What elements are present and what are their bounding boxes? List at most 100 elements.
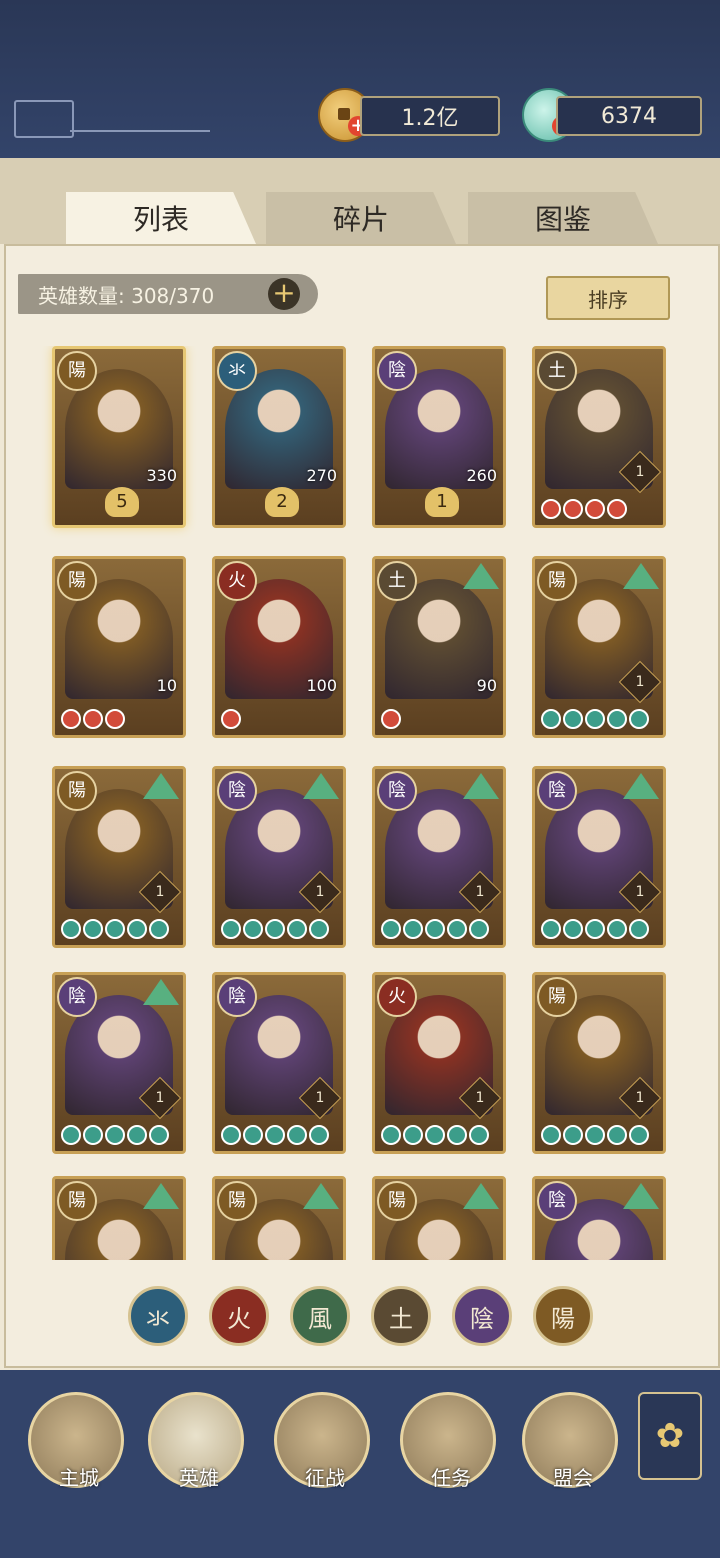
pip-icon <box>447 1125 467 1145</box>
expand-hero-capacity-button[interactable]: + <box>268 278 300 310</box>
hero-card[interactable]: 陽 10 <box>52 556 186 738</box>
element-badge-icon: 陽 <box>377 1181 417 1221</box>
awakening-pips <box>541 919 649 939</box>
hero-card[interactable]: 陰1 <box>212 972 346 1154</box>
pip-icon <box>243 1125 263 1145</box>
pip-icon <box>585 709 605 729</box>
level-value: 1 <box>635 674 645 690</box>
pip-icon <box>127 919 147 939</box>
tab-fragments[interactable]: 碎片 <box>266 192 456 244</box>
pip-icon <box>541 919 561 939</box>
nav-campaign[interactable]: 征战 <box>274 1392 370 1490</box>
pip-icon <box>425 919 445 939</box>
coin-amount: 1.2亿 <box>401 106 459 131</box>
pip-icon <box>221 1125 241 1145</box>
element-filter-button[interactable]: 陰 <box>452 1286 512 1346</box>
hero-card[interactable]: 陰1 <box>532 766 666 948</box>
hero-card[interactable]: 陰1 <box>212 766 346 948</box>
element-filter-button[interactable]: 土 <box>371 1286 431 1346</box>
tab-codex[interactable]: 图鉴 <box>468 192 658 244</box>
pip-icon <box>309 919 329 939</box>
coin-counter[interactable]: 1.2亿 <box>360 96 500 136</box>
hero-level-number: 330 <box>146 466 177 485</box>
sort-button[interactable]: 排序 <box>546 276 670 320</box>
pip-icon <box>629 1125 649 1145</box>
element-badge-icon: 土 <box>537 351 577 391</box>
hero-level-number: 90 <box>476 676 497 695</box>
nav-guild[interactable]: 盟会 <box>522 1392 618 1490</box>
element-filter-button[interactable]: 風 <box>290 1286 350 1346</box>
pip-icon <box>629 709 649 729</box>
star-rank-badge: 2 <box>265 487 299 517</box>
tab-label: 碎片 <box>332 203 389 236</box>
hero-card[interactable]: 陽1 <box>532 972 666 1154</box>
star-rank-badge: 5 <box>105 487 139 517</box>
hero-card[interactable]: 陰 260 1 <box>372 346 506 528</box>
hero-card[interactable]: 火 100 <box>212 556 346 738</box>
pip-icon <box>83 919 103 939</box>
hero-level-number: 100 <box>306 676 337 695</box>
hero-card[interactable]: 火1 <box>372 972 506 1154</box>
hero-level-number: 270 <box>306 466 337 485</box>
pip-icon <box>287 919 307 939</box>
hero-card[interactable]: 陽 <box>52 1176 186 1260</box>
element-filter-button[interactable]: 氺 <box>128 1286 188 1346</box>
element-badge-icon: 陽 <box>57 1181 97 1221</box>
awakening-pips <box>381 1125 489 1145</box>
level-value: 1 <box>315 1090 325 1106</box>
hero-card[interactable]: 陰1 <box>372 766 506 948</box>
level-value: 1 <box>475 1090 485 1106</box>
upgrade-arrow-icon <box>143 979 179 1005</box>
hero-card[interactable]: 陽1 <box>532 556 666 738</box>
tab-label: 图鉴 <box>534 203 591 236</box>
tab-label: 列表 <box>132 203 189 236</box>
gem-counter[interactable]: 6374 <box>556 96 702 136</box>
hero-card[interactable]: 陽1 <box>52 766 186 948</box>
awakening-pips <box>221 919 329 939</box>
hero-card[interactable]: 陽 <box>212 1176 346 1260</box>
element-badge-icon: 陰 <box>377 351 417 391</box>
menu-icon[interactable]: ✿ <box>638 1392 702 1480</box>
hero-card[interactable]: 陰1 <box>52 972 186 1154</box>
upgrade-arrow-icon <box>463 773 499 799</box>
nav-quests[interactable]: 任务 <box>400 1392 496 1490</box>
hero-level-number: 260 <box>466 466 497 485</box>
hero-level-number: 10 <box>156 676 177 695</box>
hero-card[interactable]: 土1 <box>532 346 666 528</box>
pip-icon <box>287 1125 307 1145</box>
pip-icon <box>563 919 583 939</box>
pip-icon <box>541 1125 561 1145</box>
level-value: 1 <box>635 884 645 900</box>
hero-card[interactable]: 陰 <box>532 1176 666 1260</box>
nav-label: 英雄 <box>179 1466 219 1490</box>
hero-card[interactable]: 土 90 <box>372 556 506 738</box>
hero-card[interactable]: 氺 270 2 <box>212 346 346 528</box>
pip-icon <box>127 1125 147 1145</box>
upgrade-arrow-icon <box>463 1183 499 1209</box>
tab-list[interactable]: 列表 <box>66 192 256 244</box>
pip-icon <box>607 709 627 729</box>
pip-icon <box>585 919 605 939</box>
upgrade-arrow-icon <box>623 1183 659 1209</box>
nav-label: 征战 <box>305 1466 345 1490</box>
pip-icon <box>403 1125 423 1145</box>
element-badge-icon: 土 <box>377 561 417 601</box>
nav-heroes[interactable]: 英雄 <box>148 1392 244 1490</box>
awakening-pips <box>61 919 169 939</box>
element-filter-button[interactable]: 陽 <box>533 1286 593 1346</box>
awakening-pips <box>381 709 401 729</box>
hero-card[interactable]: 陽 <box>372 1176 506 1260</box>
sort-label: 排序 <box>588 287 628 312</box>
nav-main-city[interactable]: 主城 <box>28 1392 124 1490</box>
element-filter-button[interactable]: 火 <box>209 1286 269 1346</box>
awakening-pips <box>541 1125 649 1145</box>
pip-icon <box>563 1125 583 1145</box>
pip-icon <box>381 1125 401 1145</box>
top-bar: + 1.2亿 + 6374 <box>0 0 720 158</box>
element-badge-icon: 陰 <box>217 977 257 1017</box>
hero-card[interactable]: 陽 330 5 <box>52 346 186 528</box>
level-value: 1 <box>315 884 325 900</box>
element-badge-icon: 陽 <box>537 561 577 601</box>
pip-icon <box>541 709 561 729</box>
pip-icon <box>83 709 103 729</box>
